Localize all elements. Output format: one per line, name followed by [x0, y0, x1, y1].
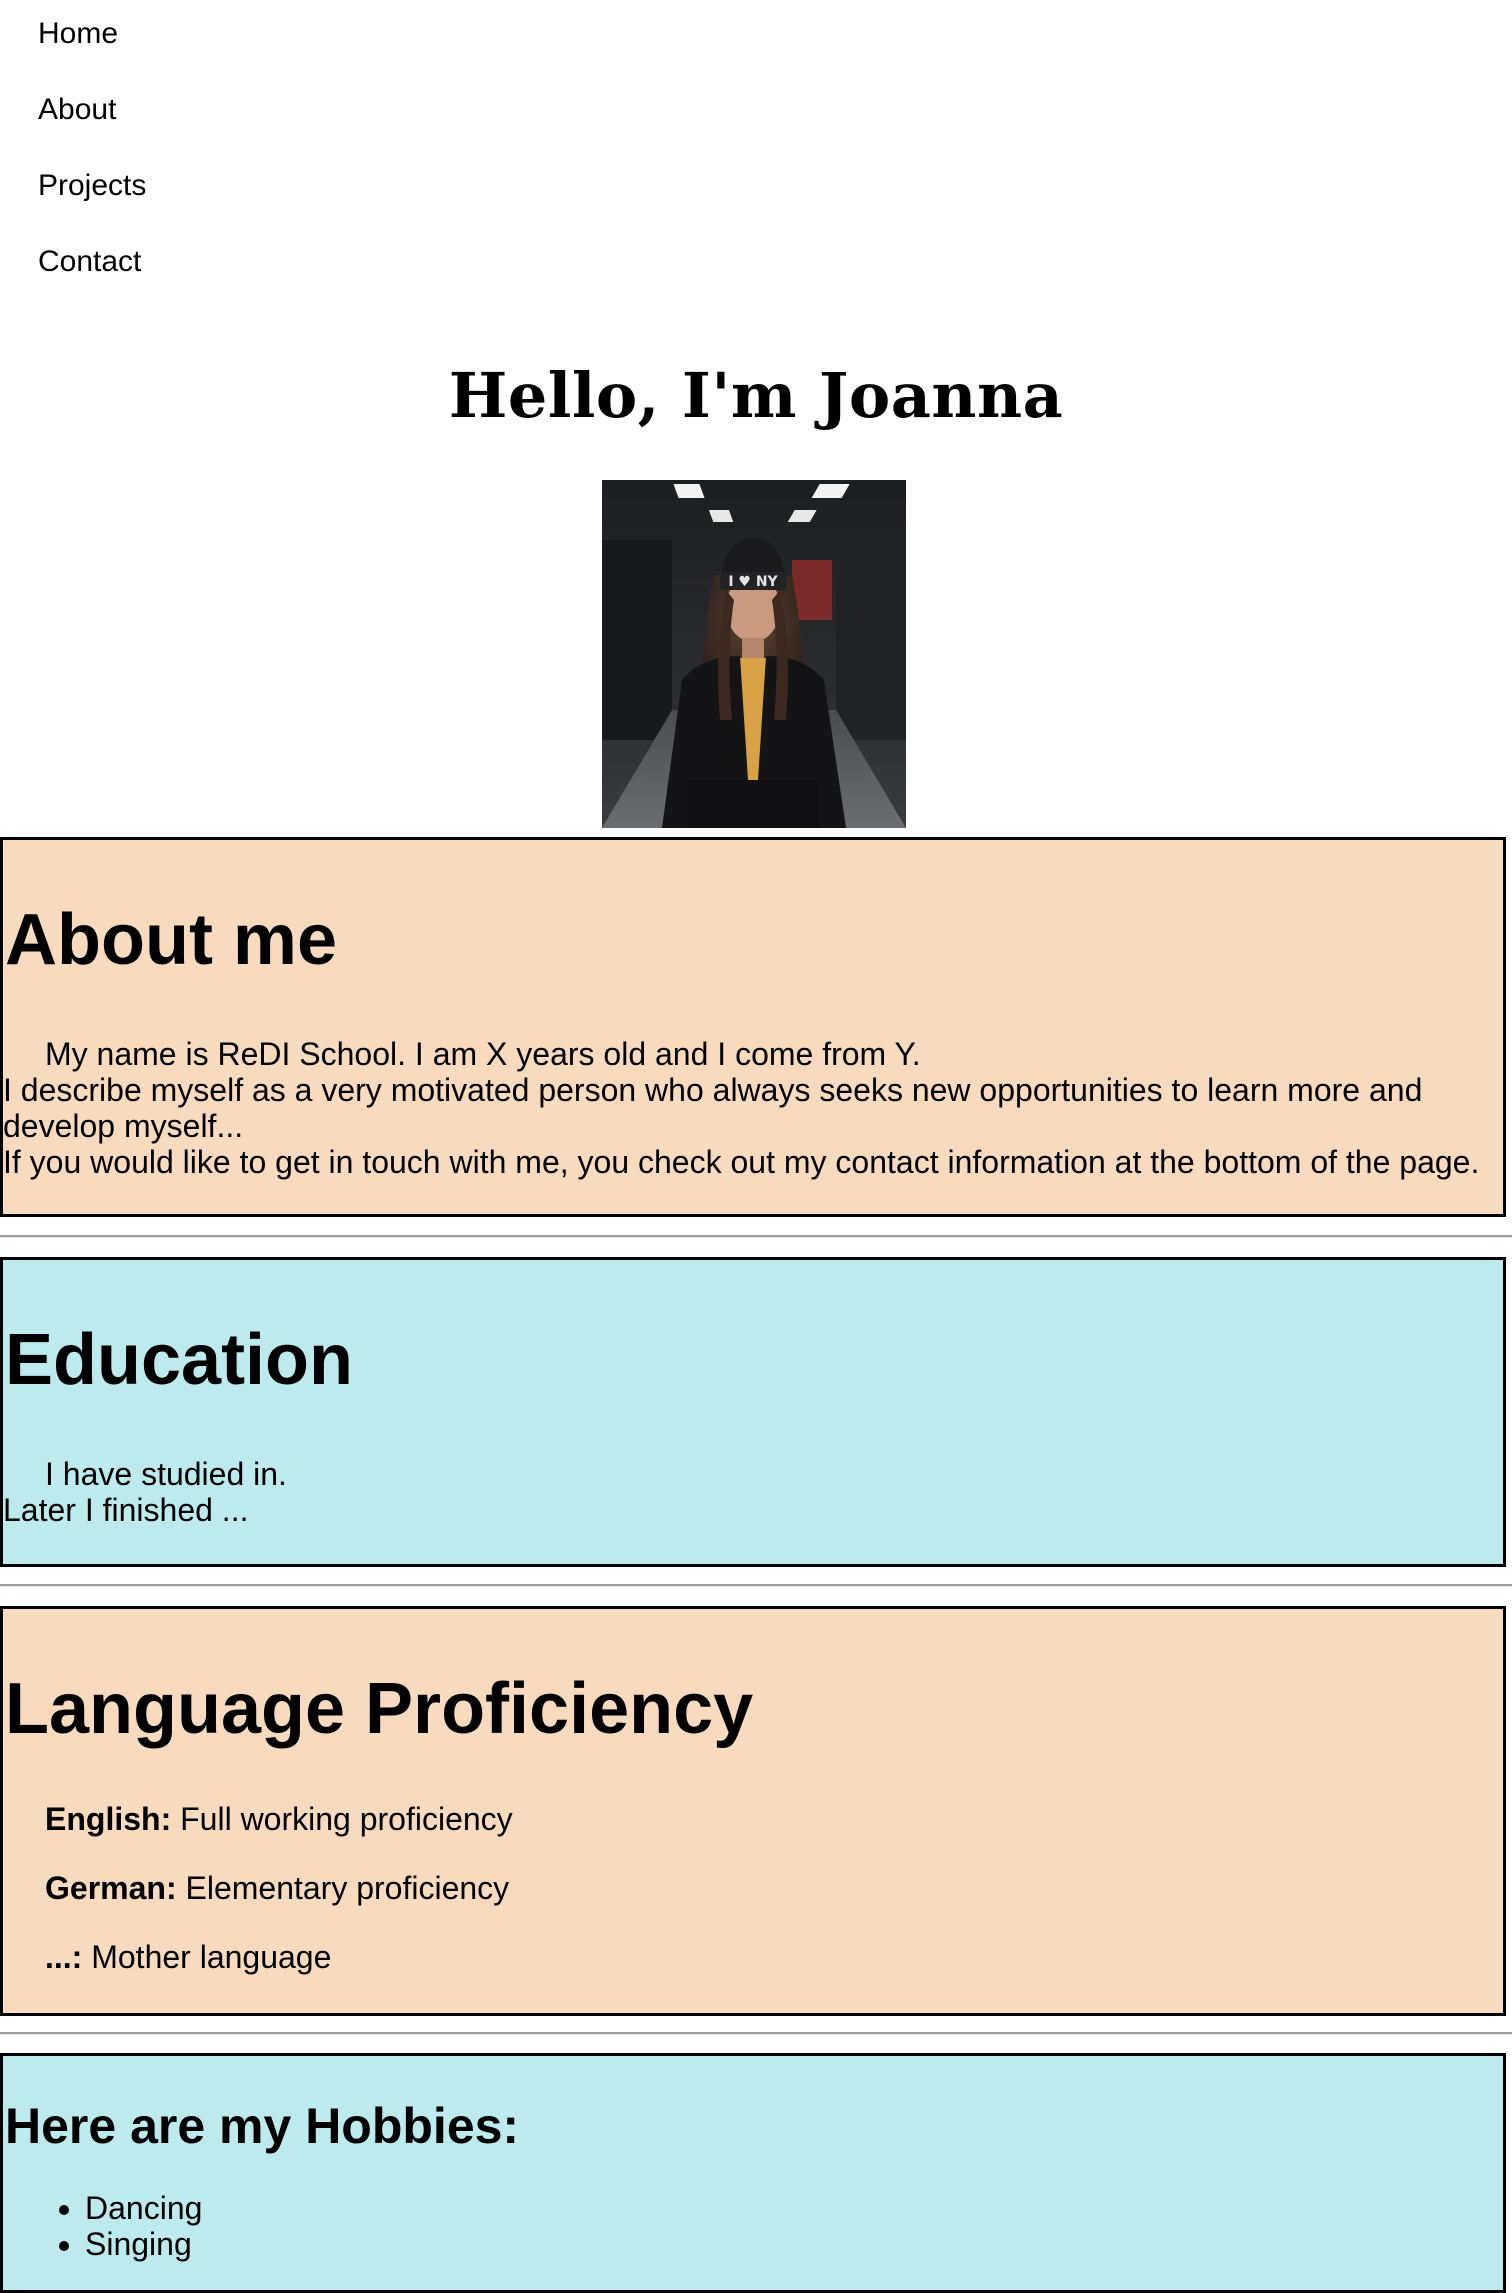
portrait-image: I ♥ NY [602, 480, 906, 828]
about-heading: About me [5, 900, 337, 980]
language-heading: Language Proficiency [5, 1669, 754, 1749]
education-section: Education I have studied in. Later I fin… [0, 1257, 1506, 1567]
hobbies-heading: Here are my Hobbies: [5, 2098, 520, 2154]
main-nav: Home About Projects Contact [0, 0, 1512, 280]
education-line-2: Later I finished ... [3, 1492, 249, 1528]
list-item: Dancing [85, 2190, 202, 2226]
about-line-3: If you would like to get in touch with m… [3, 1144, 1480, 1180]
nav-link-about[interactable]: About [38, 92, 1512, 128]
section-divider [0, 1235, 1512, 1238]
language-section: Language Proficiency English: Full worki… [0, 1606, 1506, 2016]
language-item: ...: Mother language [45, 1939, 331, 1975]
language-name: German: [45, 1870, 177, 1906]
about-line-2: I describe myself as a very motivated pe… [3, 1072, 1423, 1144]
hobbies-list: Dancing Singing [3, 2190, 202, 2262]
svg-text:I ♥ NY: I ♥ NY [728, 574, 778, 590]
page-title: Hello, I'm Joanna [448, 359, 1064, 432]
language-name: English: [45, 1801, 172, 1837]
nav-link-home[interactable]: Home [38, 16, 1512, 52]
about-line-1: My name is ReDI School. I am X years old… [45, 1036, 921, 1072]
language-item: German: Elementary proficiency [45, 1870, 509, 1906]
language-level: Full working proficiency [171, 1801, 513, 1837]
about-text: My name is ReDI School. I am X years old… [3, 1036, 1503, 1180]
language-level: Mother language [82, 1939, 332, 1975]
education-line-1: I have studied in. [45, 1456, 287, 1492]
language-name: ...: [45, 1939, 83, 1975]
language-item: English: Full working proficiency [45, 1801, 513, 1837]
hobbies-section: Here are my Hobbies: Dancing Singing [0, 2053, 1506, 2293]
nav-link-contact[interactable]: Contact [38, 244, 1512, 280]
education-text: I have studied in. Later I finished ... [3, 1456, 1503, 1528]
nav-link-projects[interactable]: Projects [38, 168, 1512, 204]
section-divider [0, 1584, 1512, 1587]
education-heading: Education [5, 1320, 354, 1400]
about-section: About me My name is ReDI School. I am X … [0, 837, 1506, 1217]
language-level: Elementary proficiency [176, 1870, 510, 1906]
list-item: Singing [85, 2226, 202, 2262]
section-divider [0, 2032, 1512, 2035]
